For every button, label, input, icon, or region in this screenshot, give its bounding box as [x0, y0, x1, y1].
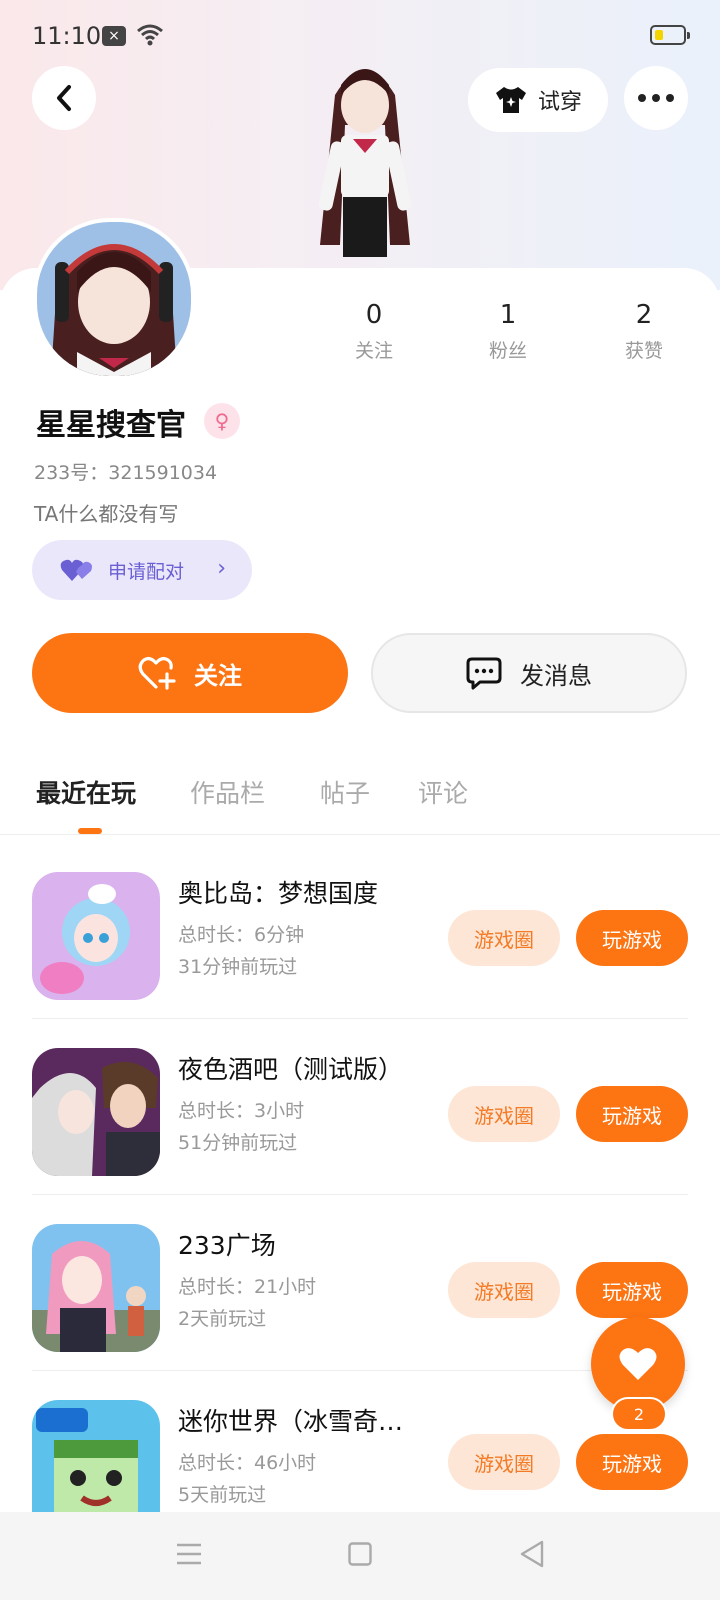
try-on-label: 试穿 — [537, 90, 582, 115]
game-total-time: 总时长：3小时 — [178, 1100, 305, 1122]
apply-pair-button[interactable]: 申请配对 › — [32, 540, 252, 600]
game-row[interactable]: 迷你世界（冰雪奇… 总时长：46小时 5天前玩过 游戏圈 玩游戏 — [32, 1370, 688, 1512]
mini-world-icon — [32, 1400, 160, 1512]
game-name: 夜色酒吧（测试版） — [178, 1055, 404, 1084]
follow-label: 关注 — [194, 661, 242, 690]
game-circle-button[interactable]: 游戏圈 — [448, 1434, 560, 1490]
system-nav-bar — [0, 1512, 720, 1600]
play-game-button[interactable]: 玩游戏 — [576, 1434, 688, 1490]
tshirt-icon — [495, 87, 526, 113]
tab-recently-played[interactable]: 最近在玩 — [36, 774, 136, 810]
heart-plus-icon — [138, 656, 176, 690]
profile-tabs: 最近在玩 作品栏 帖子 评论 — [0, 768, 720, 835]
double-heart-icon — [60, 559, 92, 581]
game-total-time: 总时长：6分钟 — [178, 924, 305, 946]
game-name: 233广场 — [178, 1231, 276, 1260]
game-total-time: 总时长：21小时 — [178, 1276, 317, 1298]
gender-female-icon: ♀ — [204, 403, 240, 439]
wifi-icon — [137, 24, 163, 46]
stat-label: 粉丝 — [488, 340, 527, 362]
game-row[interactable]: 233广场 总时长：21小时 2天前玩过 游戏圈 玩游戏 — [32, 1194, 688, 1371]
game-row[interactable]: 奥比岛：梦想国度 总时长：6分钟 31分钟前玩过 游戏圈 玩游戏 — [32, 842, 688, 1019]
heart-icon — [619, 1348, 657, 1380]
play-game-button[interactable]: 玩游戏 — [576, 910, 688, 966]
plaza-233-icon — [32, 1224, 160, 1352]
more-dots-icon — [638, 94, 674, 102]
battery-icon — [650, 25, 690, 45]
play-game-button[interactable]: 玩游戏 — [576, 1086, 688, 1142]
send-message-label: 发消息 — [520, 661, 592, 690]
tab-active-indicator — [78, 828, 102, 834]
stat-label: 关注 — [354, 340, 393, 362]
game-last-played: 51分钟前玩过 — [178, 1132, 298, 1154]
game-circle-button[interactable]: 游戏圈 — [448, 1086, 560, 1142]
chevron-left-icon — [57, 85, 71, 111]
home-square-icon[interactable] — [348, 1542, 372, 1566]
status-time: 11:10 — [32, 22, 102, 50]
try-on-button[interactable]: 试穿 — [468, 68, 608, 132]
play-game-button[interactable]: 玩游戏 — [576, 1262, 688, 1318]
game-row[interactable]: 夜色酒吧（测试版） 总时长：3小时 51分钟前玩过 游戏圈 玩游戏 — [32, 1018, 688, 1195]
back-button[interactable] — [32, 66, 96, 130]
game-circle-button[interactable]: 游戏圈 — [448, 1262, 560, 1318]
chat-bubble-icon — [466, 657, 502, 690]
user-id: 233号：321591034 — [34, 462, 218, 484]
stat-value: 0 — [365, 300, 383, 330]
stat-following[interactable]: 0 关注 — [314, 300, 434, 363]
game-name: 奥比岛：梦想国度 — [178, 879, 379, 908]
send-message-button[interactable]: 发消息 — [371, 633, 687, 713]
notification-icon: × — [102, 26, 126, 46]
follow-button[interactable]: 关注 — [32, 633, 348, 713]
game-circle-button[interactable]: 游戏圈 — [448, 910, 560, 966]
tab-works[interactable]: 作品栏 — [190, 774, 265, 810]
game-last-played: 2天前玩过 — [178, 1308, 267, 1330]
game-last-played: 31分钟前玩过 — [178, 956, 298, 978]
menu-lines-icon[interactable] — [176, 1542, 202, 1566]
game-last-played: 5天前玩过 — [178, 1484, 267, 1506]
user-bio: TA什么都没有写 — [34, 502, 179, 526]
avatar-portrait-icon — [37, 222, 191, 376]
more-options-button[interactable] — [624, 66, 688, 130]
stat-label: 获赞 — [624, 340, 663, 362]
tab-comments[interactable]: 评论 — [418, 774, 468, 810]
stat-fans[interactable]: 1 粉丝 — [448, 300, 568, 363]
game-total-time: 总时长：46小时 — [178, 1452, 317, 1474]
apply-pair-label: 申请配对 — [108, 560, 185, 583]
chevron-right-icon: › — [217, 556, 226, 581]
game-name: 迷你世界（冰雪奇… — [178, 1407, 404, 1436]
night-bar-icon — [32, 1048, 160, 1176]
tab-posts[interactable]: 帖子 — [320, 774, 370, 810]
user-name: 星星搜查官 — [36, 408, 186, 443]
back-triangle-icon[interactable] — [519, 1540, 545, 1568]
stat-likes[interactable]: 2 获赞 — [584, 300, 704, 363]
user-avatar[interactable] — [33, 218, 195, 380]
stat-value: 1 — [499, 300, 517, 330]
obi-island-icon — [32, 872, 160, 1000]
like-count-badge: 2 — [611, 1397, 667, 1431]
stat-value: 2 — [635, 300, 653, 330]
avatar-3d-figure — [318, 69, 412, 257]
